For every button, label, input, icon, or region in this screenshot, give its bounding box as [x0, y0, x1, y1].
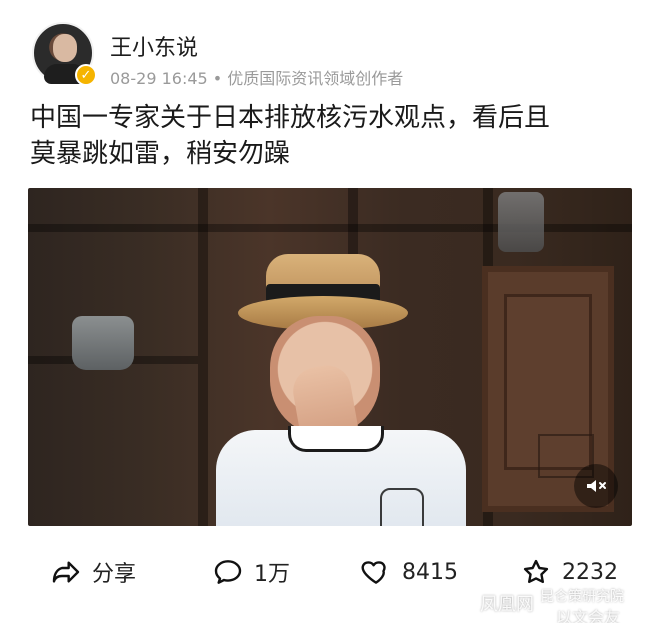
man-in-straw-hat	[178, 244, 478, 526]
post-title-line-1: 中国一专家关于日本排放核污水观点，看后且	[30, 103, 551, 133]
vase	[72, 316, 134, 370]
watermark: 凤凰网 昆仑策研究院 以文会友	[470, 586, 655, 623]
collar	[288, 426, 384, 452]
watermark-sub: 以文会友	[556, 608, 621, 623]
avatar-face	[53, 34, 77, 62]
post-header: ✓ 王小东说 08-29 16:45 • 优质国际资讯领域创作者	[32, 20, 632, 90]
video-player[interactable]	[28, 188, 632, 526]
mute-icon	[587, 480, 606, 492]
shirt-logo	[380, 488, 424, 526]
star-icon	[520, 556, 552, 588]
watermark-source: 昆仑策研究院	[540, 589, 624, 605]
post-title-line-2: 莫暴跳如雷，稍安勿躁	[30, 139, 291, 169]
post-title[interactable]: 中国一专家关于日本排放核污水观点，看后且 莫暴跳如雷，稍安勿躁	[30, 100, 640, 172]
comment-count: 1万	[254, 562, 290, 587]
favorite-count: 2232	[562, 559, 618, 585]
like-button[interactable]: 8415	[360, 548, 458, 596]
comment-icon	[212, 556, 244, 588]
mute-button[interactable]	[574, 464, 618, 508]
share-icon	[50, 556, 82, 588]
verified-badge-icon: ✓	[75, 64, 97, 86]
comment-button[interactable]: 1万	[212, 548, 290, 596]
metal-object	[498, 192, 544, 252]
share-label: 分享	[92, 562, 137, 587]
author-name[interactable]: 王小东说	[110, 30, 198, 62]
heart-icon	[360, 556, 392, 588]
share-button[interactable]: 分享	[50, 548, 136, 596]
like-count: 8415	[402, 559, 458, 585]
watermark-brand: 凤凰网	[480, 594, 534, 615]
post-meta: 08-29 16:45 • 优质国际资讯领域创作者	[110, 69, 404, 88]
